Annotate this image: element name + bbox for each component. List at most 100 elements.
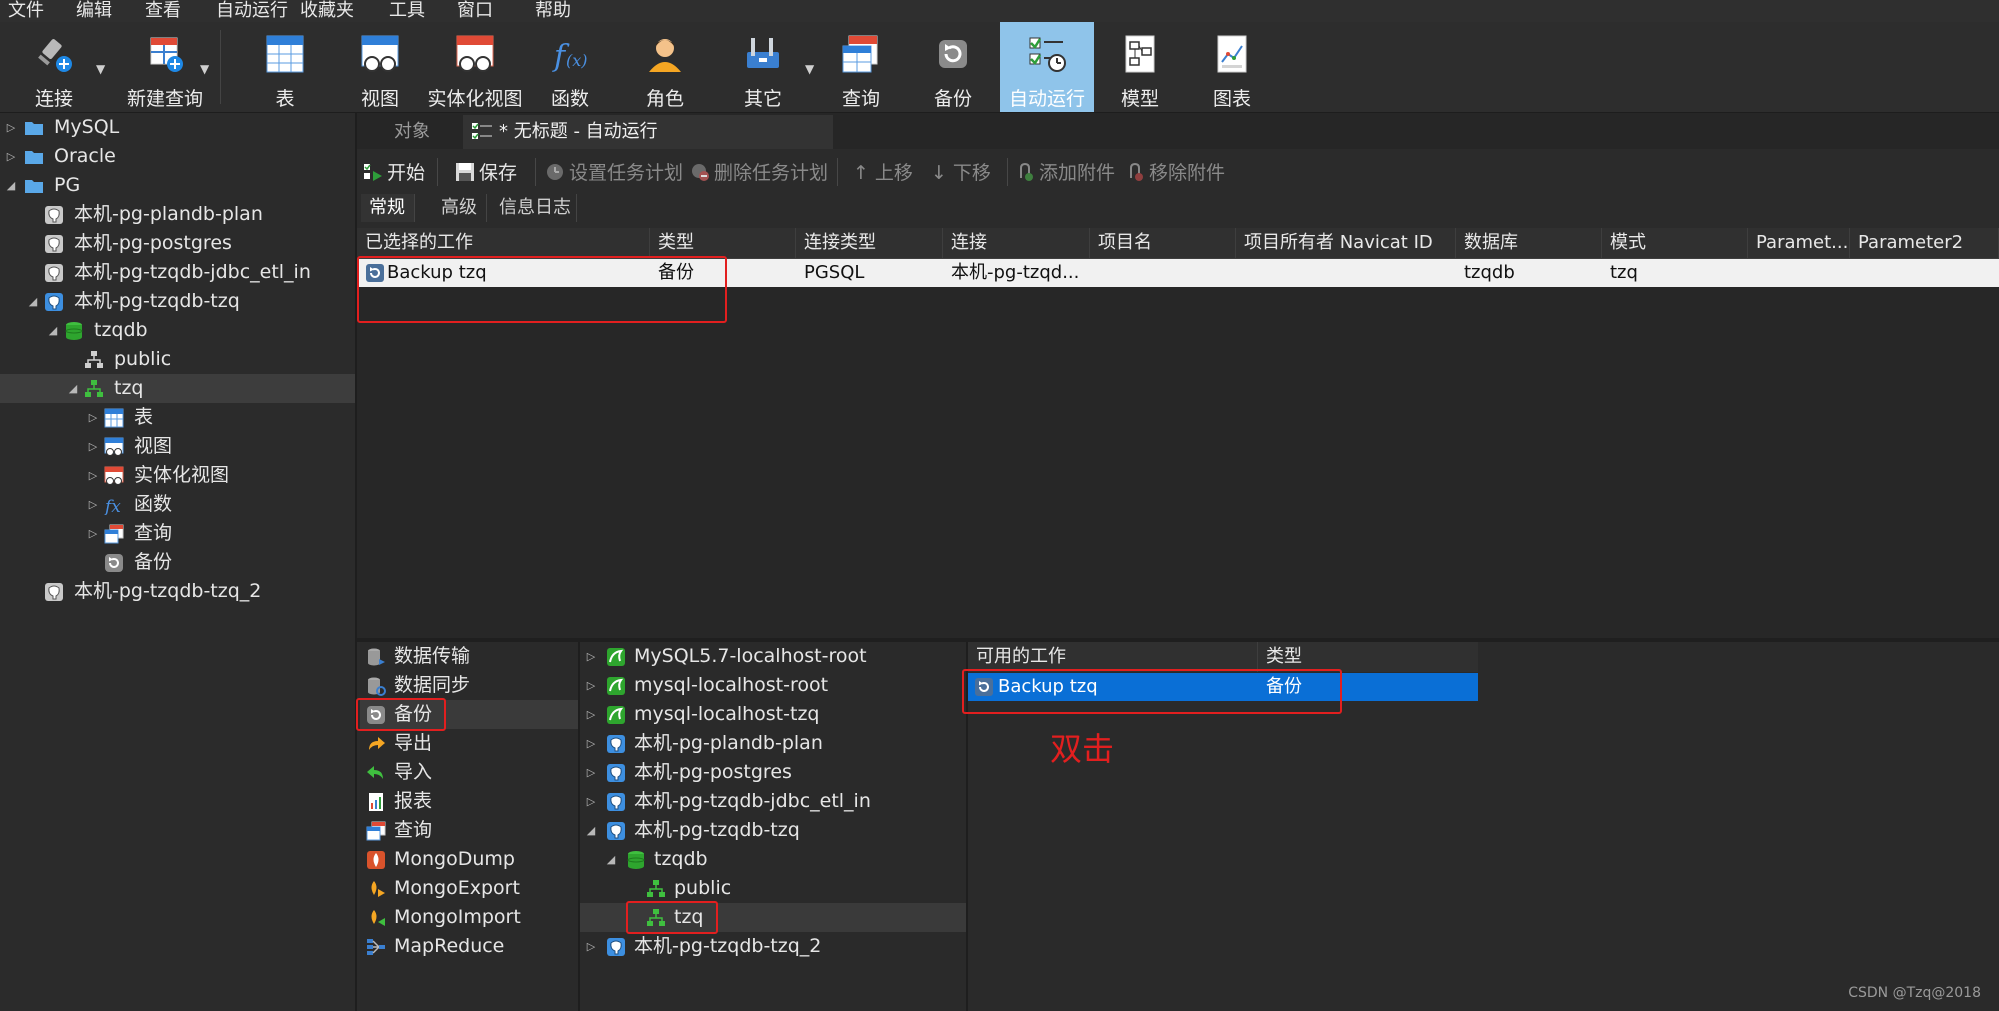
new-query-dropdown-icon[interactable]: ▼ <box>200 62 209 76</box>
set-schedule-button[interactable]: 设置任务计划 <box>545 160 683 186</box>
add-attachment-button[interactable]: 添加附件 <box>1015 160 1115 186</box>
expand-arrow-icon[interactable]: ▷ <box>584 932 598 961</box>
connection-item[interactable]: ▷ 本机-pg-tzqdb-tzq_2 <box>580 932 966 961</box>
tree-item-backups[interactable]: 备份 <box>0 548 355 577</box>
connection-item[interactable]: ◢ 本机-pg-tzqdb-tzq <box>580 816 966 845</box>
tree-item-connection[interactable]: 本机-pg-tzqdb-tzq_2 <box>0 577 355 606</box>
category-item-mongoexport[interactable]: MongoExport <box>360 874 578 903</box>
schema-item-selected[interactable]: tzq <box>580 901 966 934</box>
category-item-mapreduce[interactable]: MapReduce <box>360 932 578 961</box>
tab-objects[interactable]: 对象 <box>367 115 457 149</box>
column-header[interactable]: 连接 <box>943 228 1090 258</box>
automation-button[interactable]: 自动运行 <box>1000 22 1094 112</box>
expand-arrow-icon[interactable]: ▷ <box>584 758 598 787</box>
role-button[interactable]: 角色 <box>620 22 710 112</box>
expand-arrow-icon[interactable]: ▷ <box>86 403 100 432</box>
tree-item-views[interactable]: ▷ 视图 <box>0 432 355 461</box>
expand-arrow-icon[interactable]: ▷ <box>584 787 598 816</box>
tree-item-pg-group[interactable]: ◢ PG <box>0 171 355 200</box>
collapse-arrow-icon[interactable]: ◢ <box>46 316 60 345</box>
tree-item-connection[interactable]: 本机-pg-postgres <box>0 229 355 258</box>
category-item-report[interactable]: 报表 <box>360 787 578 816</box>
tab-advanced[interactable]: 高级 <box>433 194 487 222</box>
tree-item-materialized-views[interactable]: ▷ 实体化视图 <box>0 461 355 490</box>
chart-button[interactable]: 图表 <box>1186 22 1278 112</box>
tab-automation-untitled[interactable]: * 无标题 - 自动运行 <box>463 115 833 149</box>
column-header[interactable]: 模式 <box>1602 228 1748 258</box>
materialized-view-button[interactable]: 实体化视图 <box>425 22 525 112</box>
expand-arrow-icon[interactable]: ▷ <box>584 642 598 671</box>
category-item-mongoimport[interactable]: MongoImport <box>360 903 578 932</box>
remove-attachment-button[interactable]: 移除附件 <box>1125 160 1225 186</box>
column-header[interactable]: 可用的工作 <box>968 642 1258 672</box>
tree-item-schema[interactable]: public <box>0 345 355 374</box>
connection-item[interactable]: ▷ MySQL5.7-localhost-root <box>580 642 966 671</box>
column-header[interactable]: Paramet... <box>1748 228 1850 258</box>
tree-item-oracle-group[interactable]: ▷ Oracle <box>0 142 355 171</box>
menu-file[interactable]: 文件 <box>8 0 44 22</box>
tree-item-mysql-group[interactable]: ▷ MySQL <box>0 113 355 142</box>
column-header[interactable]: 数据库 <box>1456 228 1602 258</box>
category-item-export[interactable]: 导出 <box>360 729 578 758</box>
database-item[interactable]: ◢ tzqdb <box>580 845 966 874</box>
others-button[interactable]: 其它 <box>718 22 808 112</box>
expand-arrow-icon[interactable]: ▷ <box>86 461 100 490</box>
column-header[interactable]: Parameter2 <box>1850 228 1999 258</box>
collapse-arrow-icon[interactable]: ◢ <box>584 816 598 845</box>
collapse-arrow-icon[interactable]: ◢ <box>604 845 618 874</box>
schema-item[interactable]: public <box>580 874 966 903</box>
collapse-arrow-icon[interactable]: ◢ <box>4 171 18 200</box>
connection-item[interactable]: ▷ 本机-pg-plandb-plan <box>580 729 966 758</box>
tree-item-functions[interactable]: ▷ fx 函数 <box>0 490 355 519</box>
connection-button[interactable]: 连接 <box>14 22 94 112</box>
tree-item-database[interactable]: ◢ tzqdb <box>0 316 355 345</box>
tab-message-log[interactable]: 信息日志 <box>491 194 577 222</box>
expand-arrow-icon[interactable]: ▷ <box>584 729 598 758</box>
move-up-button[interactable]: ↑ 上移 <box>853 160 913 186</box>
menu-edit[interactable]: 编辑 <box>76 0 112 22</box>
tree-item-tables[interactable]: ▷ 表 <box>0 403 355 432</box>
category-item-query[interactable]: 查询 <box>360 816 578 845</box>
tree-item-schema-selected[interactable]: ◢ tzq <box>0 374 355 403</box>
move-down-button[interactable]: ↓ 下移 <box>931 160 991 186</box>
expand-arrow-icon[interactable]: ▷ <box>4 113 18 142</box>
expand-arrow-icon[interactable]: ▷ <box>86 490 100 519</box>
column-header[interactable]: 连接类型 <box>796 228 943 258</box>
tree-item-connection[interactable]: ◢ 本机-pg-tzqdb-tzq <box>0 287 355 316</box>
column-header[interactable]: 类型 <box>650 228 796 258</box>
expand-arrow-icon[interactable]: ▷ <box>4 142 18 171</box>
expand-arrow-icon[interactable]: ▷ <box>86 432 100 461</box>
connection-dropdown-icon[interactable]: ▼ <box>96 62 105 76</box>
collapse-arrow-icon[interactable]: ◢ <box>26 287 40 316</box>
tree-item-connection[interactable]: 本机-pg-plandb-plan <box>0 200 355 229</box>
tree-item-queries[interactable]: ▷ 查询 <box>0 519 355 548</box>
connection-item[interactable]: ▷ 本机-pg-tzqdb-jdbc_etl_in <box>580 787 966 816</box>
connection-item[interactable]: ▷ 本机-pg-postgres <box>580 758 966 787</box>
tab-general[interactable]: 常规 <box>361 194 415 222</box>
category-item-import[interactable]: 导入 <box>360 758 578 787</box>
category-item-data-sync[interactable]: 数据同步 <box>360 671 578 700</box>
tree-item-connection[interactable]: 本机-pg-tzqdb-jdbc_etl_in <box>0 258 355 287</box>
collapse-arrow-icon[interactable]: ◢ <box>66 374 80 403</box>
save-button[interactable]: 保存 <box>455 160 517 186</box>
connection-item[interactable]: ▷ mysql-localhost-root <box>580 671 966 700</box>
column-header[interactable]: 类型 <box>1258 642 1478 672</box>
column-header[interactable]: 项目所有者 Navicat ID <box>1236 228 1456 258</box>
menu-tools[interactable]: 工具 <box>389 0 425 22</box>
others-dropdown-icon[interactable]: ▼ <box>805 62 814 76</box>
function-button[interactable]: f (x) 函数 <box>525 22 615 112</box>
menu-view[interactable]: 查看 <box>145 0 181 22</box>
column-header[interactable]: 项目名 <box>1090 228 1236 258</box>
model-button[interactable]: 模型 <box>1094 22 1186 112</box>
view-button[interactable]: 视图 <box>335 22 425 112</box>
backup-button[interactable]: 备份 <box>907 22 999 112</box>
query-button[interactable]: 查询 <box>815 22 907 112</box>
menu-window[interactable]: 窗口 <box>457 0 493 22</box>
menu-automation[interactable]: 自动运行 <box>216 0 288 22</box>
category-item-data-transfer[interactable]: 数据传输 <box>360 642 578 671</box>
column-header[interactable]: 已选择的工作 <box>357 228 650 258</box>
expand-arrow-icon[interactable]: ▷ <box>584 700 598 729</box>
category-item-mongodump[interactable]: MongoDump <box>360 845 578 874</box>
expand-arrow-icon[interactable]: ▷ <box>86 519 100 548</box>
expand-arrow-icon[interactable]: ▷ <box>584 671 598 700</box>
